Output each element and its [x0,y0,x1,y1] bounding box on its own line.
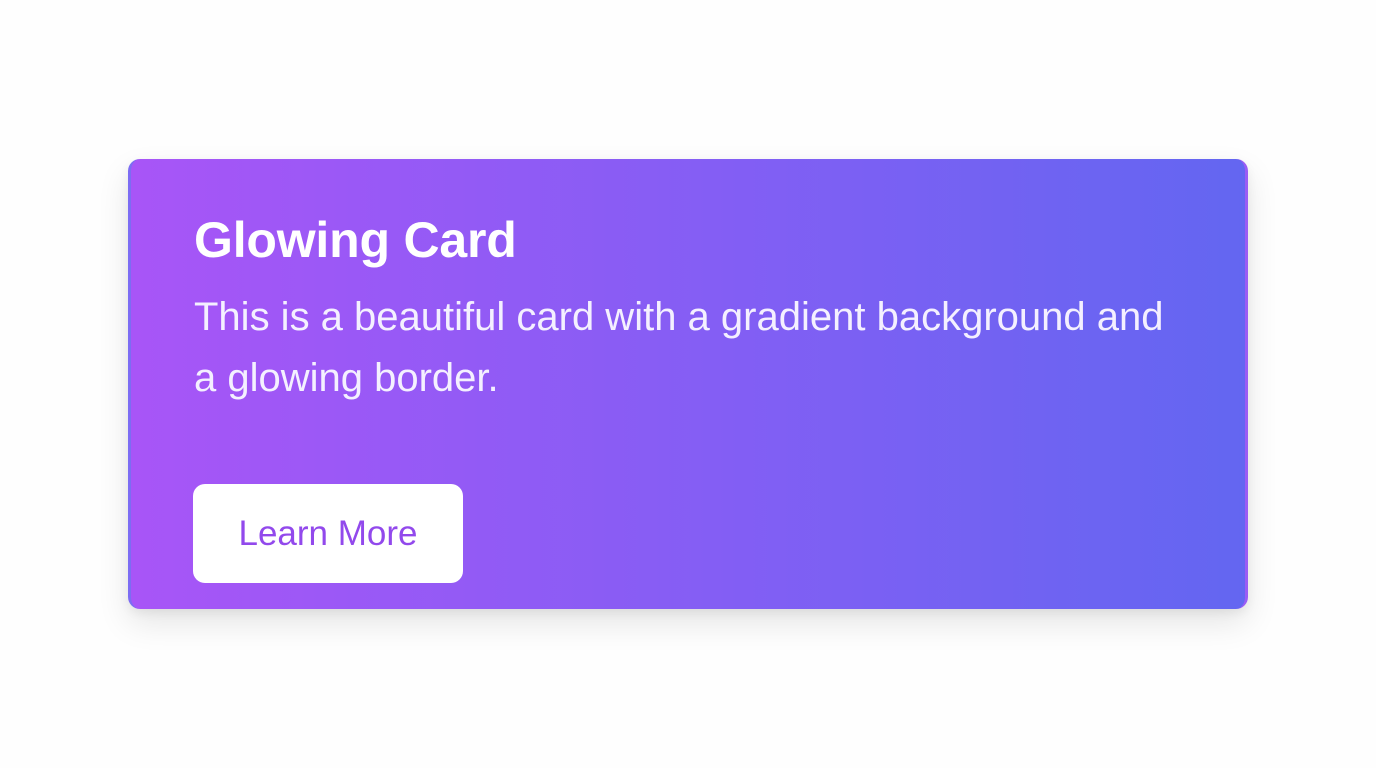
learn-more-button[interactable]: Learn More [193,484,463,583]
card-title: Glowing Card [194,212,517,268]
page-background: Glowing Card This is a beautiful card wi… [0,0,1376,768]
card-description: This is a beautiful card with a gradient… [194,295,1164,400]
glowing-card: Glowing Card This is a beautiful card wi… [128,159,1248,609]
